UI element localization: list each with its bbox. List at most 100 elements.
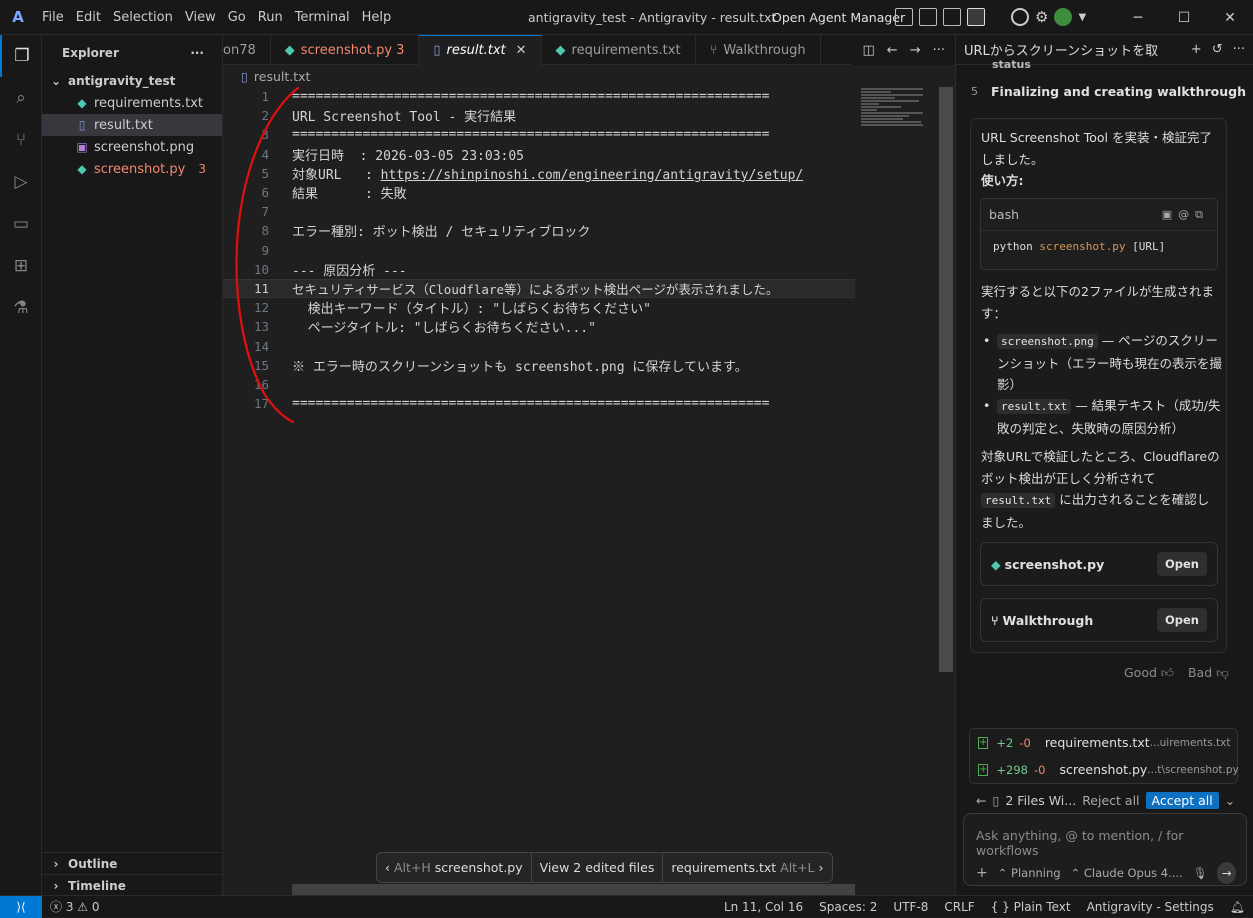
source-control-icon[interactable]: ⑂ bbox=[0, 119, 42, 161]
account-avatar-icon[interactable] bbox=[1054, 8, 1073, 26]
copy-icon[interactable]: ⧉ bbox=[1195, 208, 1209, 221]
tree-item-result[interactable]: ▯ result.txt bbox=[42, 114, 222, 136]
message-text: 対象URLで検証したところ、Cloudflareのボット検出が正しく分析されて … bbox=[981, 446, 1221, 533]
explorer-title: Explorer bbox=[62, 45, 119, 60]
file-icon: ▯ bbox=[992, 792, 1000, 808]
breadcrumb-file[interactable]: result.txt bbox=[254, 69, 311, 84]
extensions-icon[interactable]: ⊞ bbox=[0, 245, 42, 287]
microphone-icon[interactable]: 🎙︎ bbox=[1193, 866, 1208, 880]
search-icon[interactable]: ⌕ bbox=[0, 77, 42, 119]
arrow-left-icon[interactable]: ← bbox=[887, 43, 898, 58]
tab-walkthrough[interactable]: ⑂ Walkthrough bbox=[696, 35, 821, 65]
minimap-line bbox=[861, 124, 923, 126]
chevron-down-icon[interactable]: ⌄ bbox=[1225, 793, 1235, 808]
arrow-right-icon[interactable]: → bbox=[910, 43, 921, 58]
tab-result-txt[interactable]: ▯ result.txt ✕ bbox=[419, 35, 542, 65]
maximize-icon[interactable]: ☐ bbox=[1161, 0, 1207, 35]
changed-file-row[interactable]: + +298 -0 screenshot.py ...t\screenshot.… bbox=[970, 756, 1239, 783]
history-icon[interactable]: ↺ bbox=[1212, 42, 1223, 57]
close-tab-icon[interactable]: ✕ bbox=[516, 43, 527, 58]
open-button[interactable]: Open bbox=[1157, 608, 1207, 632]
good-button[interactable]: Good 👍︎ bbox=[1124, 665, 1174, 681]
menu-run[interactable]: Run bbox=[252, 0, 289, 35]
toggle-sidebar-icon[interactable] bbox=[919, 8, 937, 26]
problems-indicator[interactable]: ⓧ 3 ⚠ 0 bbox=[42, 898, 108, 915]
changed-file-row[interactable]: + +2 -0 requirements.txt ...uirements.tx… bbox=[970, 729, 1237, 756]
menu-edit[interactable]: Edit bbox=[70, 0, 107, 35]
remote-indicator-icon[interactable]: ⟩⟨ bbox=[0, 895, 42, 918]
language-label: Plain Text bbox=[1013, 899, 1071, 914]
notifications-icon[interactable]: 🔔︎ bbox=[1222, 900, 1253, 914]
send-icon[interactable]: → bbox=[1217, 862, 1236, 884]
view-edited-files-button[interactable]: View 2 edited files bbox=[532, 853, 664, 882]
chat-input[interactable]: Ask anything, @ to mention, / for workfl… bbox=[963, 813, 1247, 886]
settings-gear-icon[interactable]: ⚙ bbox=[1035, 8, 1048, 26]
horizontal-scrollbar[interactable] bbox=[292, 884, 855, 895]
indentation[interactable]: Spaces: 2 bbox=[811, 900, 885, 914]
insert-icon[interactable]: ▣ bbox=[1162, 208, 1178, 221]
minimap[interactable] bbox=[855, 87, 935, 207]
mode-selector[interactable]: ⌃ Planning bbox=[998, 866, 1061, 880]
folder-root[interactable]: ⌄ antigravity_test bbox=[42, 70, 222, 92]
add-context-icon[interactable]: + bbox=[976, 865, 988, 881]
testing-icon[interactable]: ⚗ bbox=[0, 287, 42, 329]
next-edited-file-button[interactable]: requirements.txt Alt+L › bbox=[663, 853, 831, 882]
arrow-left-icon[interactable]: ← bbox=[976, 793, 986, 808]
minimap-line bbox=[861, 103, 879, 105]
close-icon[interactable]: ✕ bbox=[1207, 0, 1253, 35]
more-actions-icon[interactable]: ··· bbox=[1233, 42, 1245, 57]
run-debug-icon[interactable]: ▷ bbox=[0, 161, 42, 203]
tree-item-requirements[interactable]: ◆ requirements.txt bbox=[42, 92, 222, 114]
url-link[interactable]: https://shinpinoshi.com/engineering/anti… bbox=[381, 168, 804, 183]
minimize-icon[interactable]: ─ bbox=[1115, 0, 1161, 35]
toggle-panel-icon[interactable] bbox=[943, 8, 961, 26]
tab-overflow[interactable]: on78 bbox=[223, 35, 271, 65]
remote-explorer-icon[interactable]: ▭ bbox=[0, 203, 42, 245]
breadcrumb: ▯ result.txt bbox=[223, 65, 955, 87]
menu-terminal[interactable]: Terminal bbox=[289, 0, 356, 35]
open-button[interactable]: Open bbox=[1157, 552, 1207, 576]
bad-button[interactable]: Bad 👎︎ bbox=[1188, 665, 1229, 681]
image-icon: ▣ bbox=[76, 140, 88, 154]
tab-screenshot-py[interactable]: ◆ screenshot.py 3 bbox=[271, 35, 420, 65]
folder-name: antigravity_test bbox=[68, 74, 176, 88]
chrome-icon[interactable] bbox=[1011, 8, 1029, 26]
language-mode[interactable]: { } Plain Text bbox=[983, 900, 1079, 914]
menu-view[interactable]: View bbox=[179, 0, 222, 35]
file-label: screenshot.png bbox=[94, 139, 195, 155]
tree-item-screenshot-png[interactable]: ▣ screenshot.png bbox=[42, 136, 222, 158]
end-of-line[interactable]: CRLF bbox=[936, 900, 982, 914]
tree-item-screenshot-py[interactable]: ◆ screenshot.py 3 bbox=[42, 158, 222, 180]
menu-selection[interactable]: Selection bbox=[107, 0, 179, 35]
menu-go[interactable]: Go bbox=[222, 0, 252, 35]
menu-help[interactable]: Help bbox=[356, 0, 398, 35]
outline-section[interactable]: › Outline bbox=[42, 852, 223, 874]
vertical-scrollbar[interactable] bbox=[939, 87, 953, 672]
code-line: 7 bbox=[223, 202, 855, 221]
toggle-secondary-sidebar-icon[interactable] bbox=[967, 8, 985, 26]
chevron-down-icon[interactable]: ▼ bbox=[1078, 12, 1086, 23]
encoding[interactable]: UTF-8 bbox=[885, 900, 936, 914]
tab-requirements-txt[interactable]: ◆ requirements.txt bbox=[542, 35, 696, 65]
prev-edited-file-button[interactable]: ‹ Alt+H screenshot.py bbox=[377, 853, 532, 882]
more-actions-icon[interactable]: ··· bbox=[933, 43, 945, 58]
layout-customize-icon[interactable] bbox=[895, 8, 913, 26]
code-line: 17 ======================================… bbox=[223, 394, 855, 413]
minimap-line bbox=[861, 106, 901, 108]
more-actions-icon[interactable]: ··· bbox=[190, 46, 204, 60]
cursor-position[interactable]: Ln 11, Col 16 bbox=[716, 900, 811, 914]
settings-status[interactable]: Antigravity - Settings bbox=[1079, 900, 1222, 914]
menu-file[interactable]: File bbox=[36, 0, 70, 35]
split-editor-icon[interactable]: ◫ bbox=[862, 43, 874, 58]
model-selector[interactable]: ⌃ Claude Opus 4.... bbox=[1071, 866, 1183, 880]
reject-all-button[interactable]: Reject all bbox=[1082, 793, 1139, 808]
files-summary[interactable]: 2 Files Wi... bbox=[1005, 793, 1076, 808]
open-agent-manager-button[interactable]: Open Agent Manager bbox=[772, 0, 905, 35]
accept-all-button[interactable]: Accept all bbox=[1145, 791, 1219, 809]
timeline-section[interactable]: › Timeline bbox=[42, 874, 223, 896]
mention-icon[interactable]: @ bbox=[1178, 208, 1195, 221]
explorer-icon[interactable]: ❐ bbox=[0, 35, 42, 77]
layout-controls: ⚙ ▼ bbox=[895, 8, 1086, 26]
new-chat-icon[interactable]: + bbox=[1191, 42, 1202, 57]
code-editor[interactable]: 1 =======================================… bbox=[223, 87, 855, 413]
